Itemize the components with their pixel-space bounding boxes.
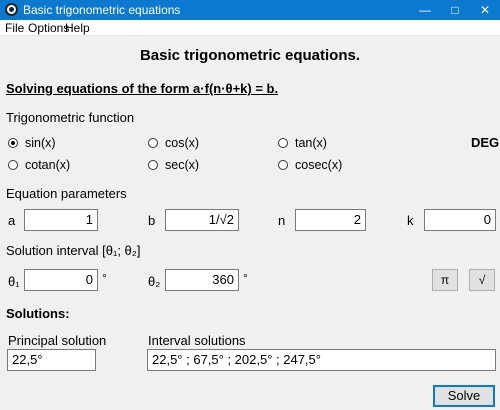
menu-help[interactable]: Help — [65, 21, 90, 35]
equation-form-subtitle: Solving equations of the form a·f(n·θ+k)… — [6, 81, 279, 96]
window-title: Basic trigonometric equations — [23, 3, 181, 17]
theta1-degree-unit: ° — [102, 271, 107, 285]
radio-sin-label: sin(x) — [25, 136, 56, 150]
radio-cotan[interactable]: cotan(x) — [8, 158, 70, 172]
angle-mode-indicator: DEG — [471, 135, 500, 150]
page-title: Basic trigonometric equations. — [139, 47, 361, 64]
radio-dot-selected — [8, 138, 18, 148]
radio-dot — [278, 160, 288, 170]
equation-params-label: Equation parameters — [6, 186, 127, 201]
theta2-degree-unit: ° — [243, 271, 248, 285]
radio-cotan-label: cotan(x) — [25, 158, 71, 172]
radio-dot — [278, 138, 288, 148]
interval-solutions-label: Interval solutions — [148, 333, 246, 348]
principal-solution-field[interactable]: 22,5° — [7, 349, 96, 371]
solution-interval-label: Solution interval [θ₁; θ₂] — [6, 243, 141, 258]
param-a-label: a — [8, 213, 16, 228]
radio-sec-label: sec(x) — [165, 158, 200, 172]
close-icon[interactable]: ✕ — [470, 0, 500, 20]
title-bar: Basic trigonometric equations — □ ✕ — [0, 0, 500, 20]
param-b-label: b — [148, 213, 156, 228]
maximize-icon[interactable]: □ — [440, 0, 470, 20]
radio-dot — [8, 160, 18, 170]
param-b-input[interactable]: 1/√2 — [165, 209, 239, 231]
radio-sec[interactable]: sec(x) — [148, 158, 199, 172]
menu-options[interactable]: Options — [28, 21, 69, 35]
radio-dot — [148, 160, 158, 170]
minimize-icon[interactable]: — — [410, 0, 440, 20]
theta1-input[interactable]: 0 — [24, 269, 98, 291]
trig-function-label: Trigonometric function — [6, 110, 135, 125]
radio-cosec-label: cosec(x) — [295, 158, 343, 172]
param-n-input[interactable]: 2 — [295, 209, 366, 231]
solutions-heading: Solutions: — [6, 306, 70, 321]
theta2-input[interactable]: 360 — [165, 269, 239, 291]
param-k-input[interactable]: 0 — [424, 209, 496, 231]
radio-dot — [148, 138, 158, 148]
insert-sqrt-button[interactable]: √ — [469, 269, 495, 291]
radio-cos[interactable]: cos(x) — [148, 136, 199, 150]
menu-bar: File Options Help — [0, 20, 500, 36]
insert-pi-button[interactable]: π — [432, 269, 458, 291]
principal-solution-label: Principal solution — [8, 333, 107, 348]
solve-button[interactable]: Solve — [433, 385, 495, 407]
menu-file[interactable]: File — [5, 21, 24, 35]
radio-tan-label: tan(x) — [295, 136, 327, 150]
param-n-label: n — [278, 213, 286, 228]
radio-cos-label: cos(x) — [165, 136, 200, 150]
param-k-label: k — [407, 213, 414, 228]
app-icon — [5, 3, 18, 16]
theta1-label: θ₁ — [8, 274, 20, 289]
interval-solutions-field[interactable]: 22,5° ; 67,5° ; 202,5° ; 247,5° — [147, 349, 496, 371]
radio-cosec[interactable]: cosec(x) — [278, 158, 342, 172]
param-a-input[interactable]: 1 — [24, 209, 98, 231]
radio-tan[interactable]: tan(x) — [278, 136, 327, 150]
theta2-label: θ₂ — [148, 274, 161, 289]
radio-sin[interactable]: sin(x) — [8, 136, 56, 150]
